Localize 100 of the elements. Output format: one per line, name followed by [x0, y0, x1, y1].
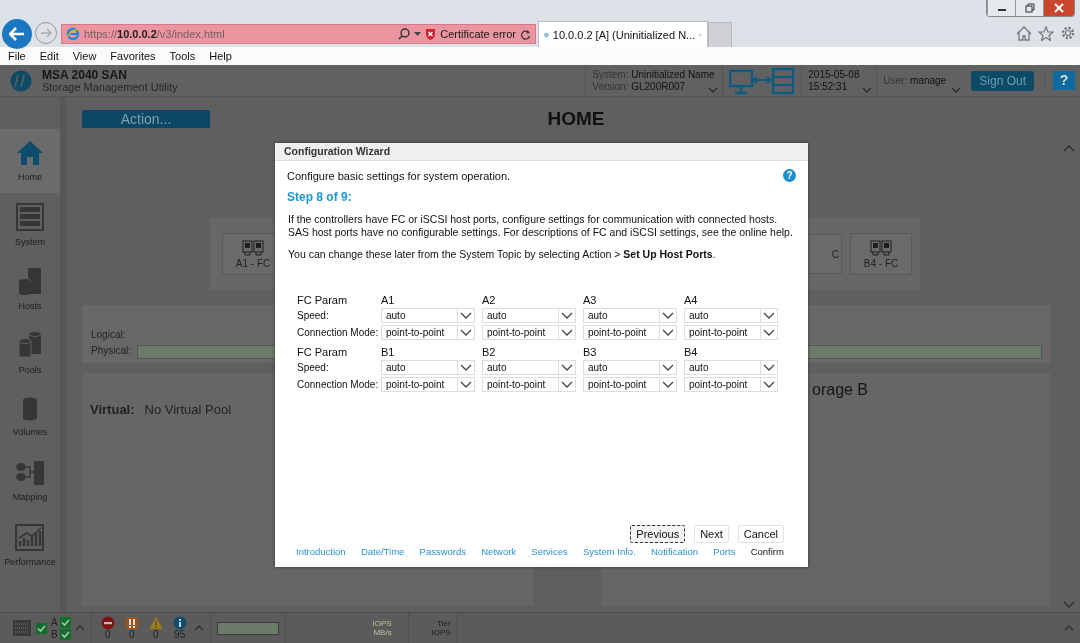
enclosure-icon: [12, 619, 32, 637]
port-name: A1: [381, 294, 396, 306]
dropdown[interactable]: auto: [583, 308, 677, 323]
dropdown[interactable]: auto: [381, 308, 475, 323]
forward-icon: [40, 28, 52, 38]
step-label: Confirm: [750, 546, 784, 557]
field-label: Logical:: [91, 329, 127, 342]
dropdown[interactable]: auto: [684, 360, 778, 375]
chart-icon: [15, 523, 45, 551]
menu-item[interactable]: Favorites: [103, 50, 163, 62]
port-icon: [870, 239, 892, 256]
step-link[interactable]: Ports: [713, 546, 736, 557]
back-icon: [9, 27, 25, 41]
home-icon[interactable]: [1016, 25, 1032, 41]
info-icon[interactable]: [172, 616, 187, 630]
chevron-down-icon: [763, 312, 775, 319]
certificate-error-button[interactable]: Certificate error: [425, 28, 516, 40]
port-name: A3: [583, 294, 598, 306]
address-bar[interactable]: https://10.0.0.2/v3/index.html Certificate error: [61, 24, 536, 44]
dropdown[interactable]: auto: [482, 360, 576, 375]
dropdown[interactable]: point-to-point: [583, 377, 677, 392]
dropdown[interactable]: point-to-point: [381, 325, 475, 340]
chevron-down-icon: [561, 312, 573, 319]
dropdown[interactable]: auto: [684, 308, 778, 323]
dialog-button[interactable]: Next: [694, 525, 729, 543]
product-subtitle: Storage Management Utility: [42, 80, 178, 93]
dialog-button[interactable]: Previous: [630, 525, 686, 543]
close-button[interactable]: [1043, 0, 1074, 16]
caret-icon: [951, 87, 962, 93]
column-header: FC Param: [297, 294, 349, 306]
step-link[interactable]: System Info.: [582, 546, 636, 557]
activity-bar: [216, 621, 279, 635]
chevron-up-icon[interactable]: [74, 625, 85, 631]
field-label: Connection Mode:: [297, 379, 380, 390]
dropdown[interactable]: auto: [583, 360, 677, 375]
settings-icon[interactable]: [1060, 25, 1076, 41]
dropdown-icon: [414, 32, 422, 36]
warning-icon[interactable]: [148, 616, 163, 630]
dropdown[interactable]: point-to-point: [482, 377, 576, 392]
dropdown[interactable]: point-to-point: [482, 325, 576, 340]
chevron-up-icon[interactable]: [1064, 625, 1074, 631]
chevron-down-icon: [460, 312, 472, 319]
field-label: Physical:: [91, 344, 132, 358]
star-icon[interactable]: [1038, 25, 1054, 41]
caret-icon: [862, 87, 873, 93]
restore-button[interactable]: [1015, 0, 1043, 16]
panel-heading: orage B: [812, 381, 869, 398]
system-name: Uninitialized Name: [631, 68, 715, 80]
url-text: https://10.0.0.2/v3/index.html: [84, 28, 226, 40]
menu-item[interactable]: Tools: [162, 50, 203, 62]
time-text: 15:52:31: [808, 80, 849, 93]
minimize-button[interactable]: [987, 0, 1015, 16]
help-button[interactable]: ?: [783, 169, 796, 182]
metric-label: MB/s: [373, 628, 392, 637]
action-button[interactable]: Action...: [82, 110, 210, 128]
menu-item[interactable]: Help: [202, 50, 239, 62]
browser-tab[interactable]: 10.0.0.2 [A] (Uninitialized N...: [538, 21, 708, 47]
menu-item[interactable]: Edit: [32, 50, 66, 62]
port-name: A4: [684, 294, 699, 306]
help-button[interactable]: ?: [1053, 71, 1075, 90]
column-header: FC Param: [297, 346, 349, 358]
chevron-down-icon: [763, 381, 775, 388]
dropdown[interactable]: auto: [381, 360, 475, 375]
chevron-down-icon: [460, 381, 472, 388]
dropdown[interactable]: point-to-point: [583, 325, 677, 340]
chevron-down-icon: [662, 312, 674, 319]
port-icon: [242, 239, 264, 256]
back-button[interactable]: [2, 19, 32, 49]
menu-item[interactable]: View: [65, 50, 104, 62]
field-label: Speed:: [297, 362, 330, 373]
step-link[interactable]: Services: [531, 546, 568, 557]
intro-text: Configure basic settings for system operation.: [287, 169, 511, 182]
date-text: 2015-05-08: [808, 68, 861, 81]
chevron-down-icon: [662, 364, 674, 371]
step-link[interactable]: Notification: [651, 546, 698, 557]
step-link[interactable]: Network: [481, 546, 517, 557]
error-icon[interactable]: [100, 616, 115, 630]
close-icon: [1054, 3, 1064, 13]
dropdown[interactable]: point-to-point: [684, 377, 778, 392]
home-icon: [16, 140, 44, 166]
chevron-up-icon[interactable]: [193, 625, 204, 631]
dropdown[interactable]: point-to-point: [684, 325, 778, 340]
step-link[interactable]: Passwords: [419, 546, 467, 557]
controller-label: A: [51, 616, 58, 628]
port-name: B2: [482, 346, 497, 358]
dialog-button[interactable]: Cancel: [737, 525, 784, 543]
shield-icon: [425, 28, 437, 40]
step-link[interactable]: Introduction: [296, 546, 346, 557]
chevron-down-icon: [1063, 601, 1075, 608]
port-name: A2: [482, 294, 497, 306]
dropdown[interactable]: auto: [482, 308, 576, 323]
database-stack-icon: [17, 331, 43, 359]
dropdown[interactable]: point-to-point: [381, 377, 475, 392]
step-link[interactable]: Date/Time: [360, 546, 405, 557]
network-diagram-icon: [15, 460, 45, 486]
controller-label: B: [51, 628, 58, 640]
dialog-title: Configuration Wizard: [275, 143, 808, 161]
menu-item[interactable]: File: [1, 50, 33, 62]
chevron-up-icon: [1063, 145, 1075, 152]
critical-icon[interactable]: [124, 616, 139, 630]
